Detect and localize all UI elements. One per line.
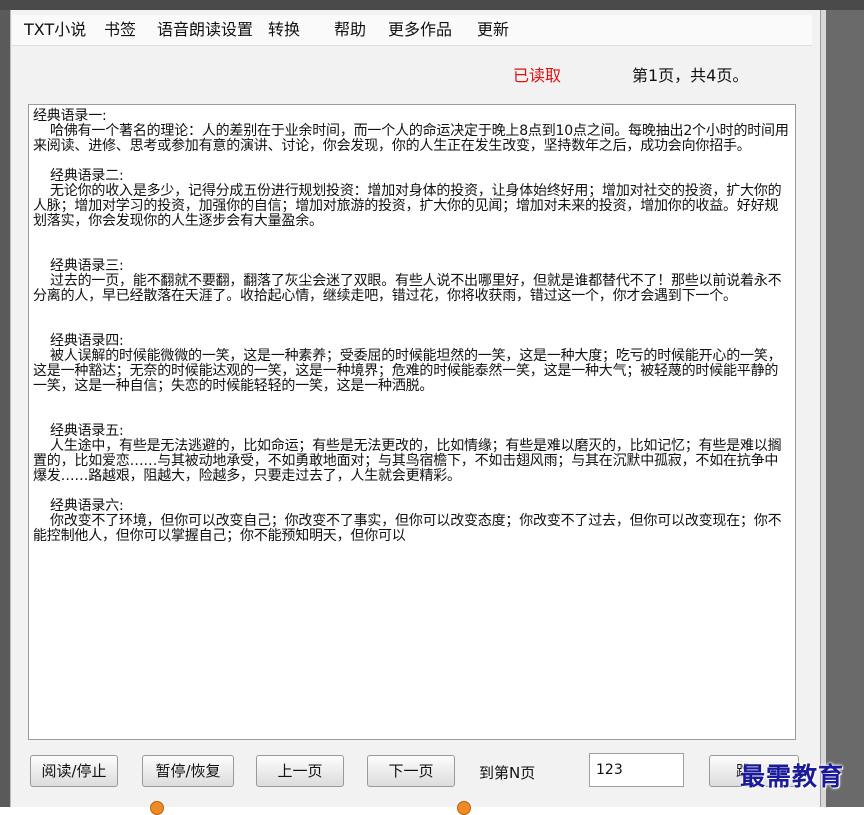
menu-help[interactable]: 帮助 xyxy=(334,19,366,41)
quote-paragraph-1: 经典语录一: 哈佛有一个著名的理论：人的差别在于业余时间，而一个人的命运决定于晚… xyxy=(33,108,789,154)
quote-paragraph-2: 经典语录二: 无论你的收入是多少，记得分成五份进行规划投资：增加对身体的投资，让… xyxy=(33,168,782,229)
left-frame xyxy=(0,10,10,807)
page-number-input[interactable] xyxy=(589,753,684,787)
menu-more-works[interactable]: 更多作品 xyxy=(388,19,452,41)
radio-option-icon[interactable] xyxy=(457,801,471,815)
quote-paragraph-3: 经典语录三: 过去的一页，能不翻就不要翻，翻落了灰尘会迷了双眼。有些人说不出哪里… xyxy=(33,258,782,304)
text-content-area[interactable]: 经典语录一: 哈佛有一个著名的理论：人的差别在于业余时间，而一个人的命运决定于晚… xyxy=(28,104,796,740)
read-stop-button[interactable]: 阅读/停止 xyxy=(30,755,118,787)
quote-paragraph-6: 经典语录六: 你改变不了环境，但你可以改变自己；你改变不了事实，但你可以改变态度… xyxy=(33,498,782,544)
goto-page-label: 到第N页 xyxy=(479,764,536,782)
quote-paragraph-5: 经典语录五: 人生途中，有些是无法逃避的，比如命运；有些是无法更改的，比如情缘；… xyxy=(33,423,782,484)
right-background xyxy=(826,10,864,807)
watermark-logo: 最需教育 xyxy=(740,762,845,791)
menu-bar: TXT小说 书签 语音朗读设置 转换 帮助 更多作品 更新 xyxy=(12,15,812,46)
menu-bookmarks[interactable]: 书签 xyxy=(104,19,136,41)
menu-convert[interactable]: 转换 xyxy=(268,19,300,41)
menu-update[interactable]: 更新 xyxy=(477,19,509,41)
page-indicator: 第1页，共4页。 xyxy=(632,66,749,85)
radio-option-icon[interactable] xyxy=(150,801,164,815)
prev-page-button[interactable]: 上一页 xyxy=(256,755,344,787)
menu-voice-settings[interactable]: 语音朗读设置 xyxy=(157,19,253,41)
menu-txt-novel[interactable]: TXT小说 xyxy=(24,19,86,41)
window-top-frame xyxy=(0,0,864,10)
pause-resume-button[interactable]: 暂停/恢复 xyxy=(142,755,234,787)
quote-paragraph-4: 经典语录四: 被人误解的时候能微微的一笑，这是一种素养；受委屈的时候能坦然的一笑… xyxy=(33,333,782,394)
read-status: 已读取 xyxy=(513,66,562,85)
next-page-button[interactable]: 下一页 xyxy=(367,755,455,787)
